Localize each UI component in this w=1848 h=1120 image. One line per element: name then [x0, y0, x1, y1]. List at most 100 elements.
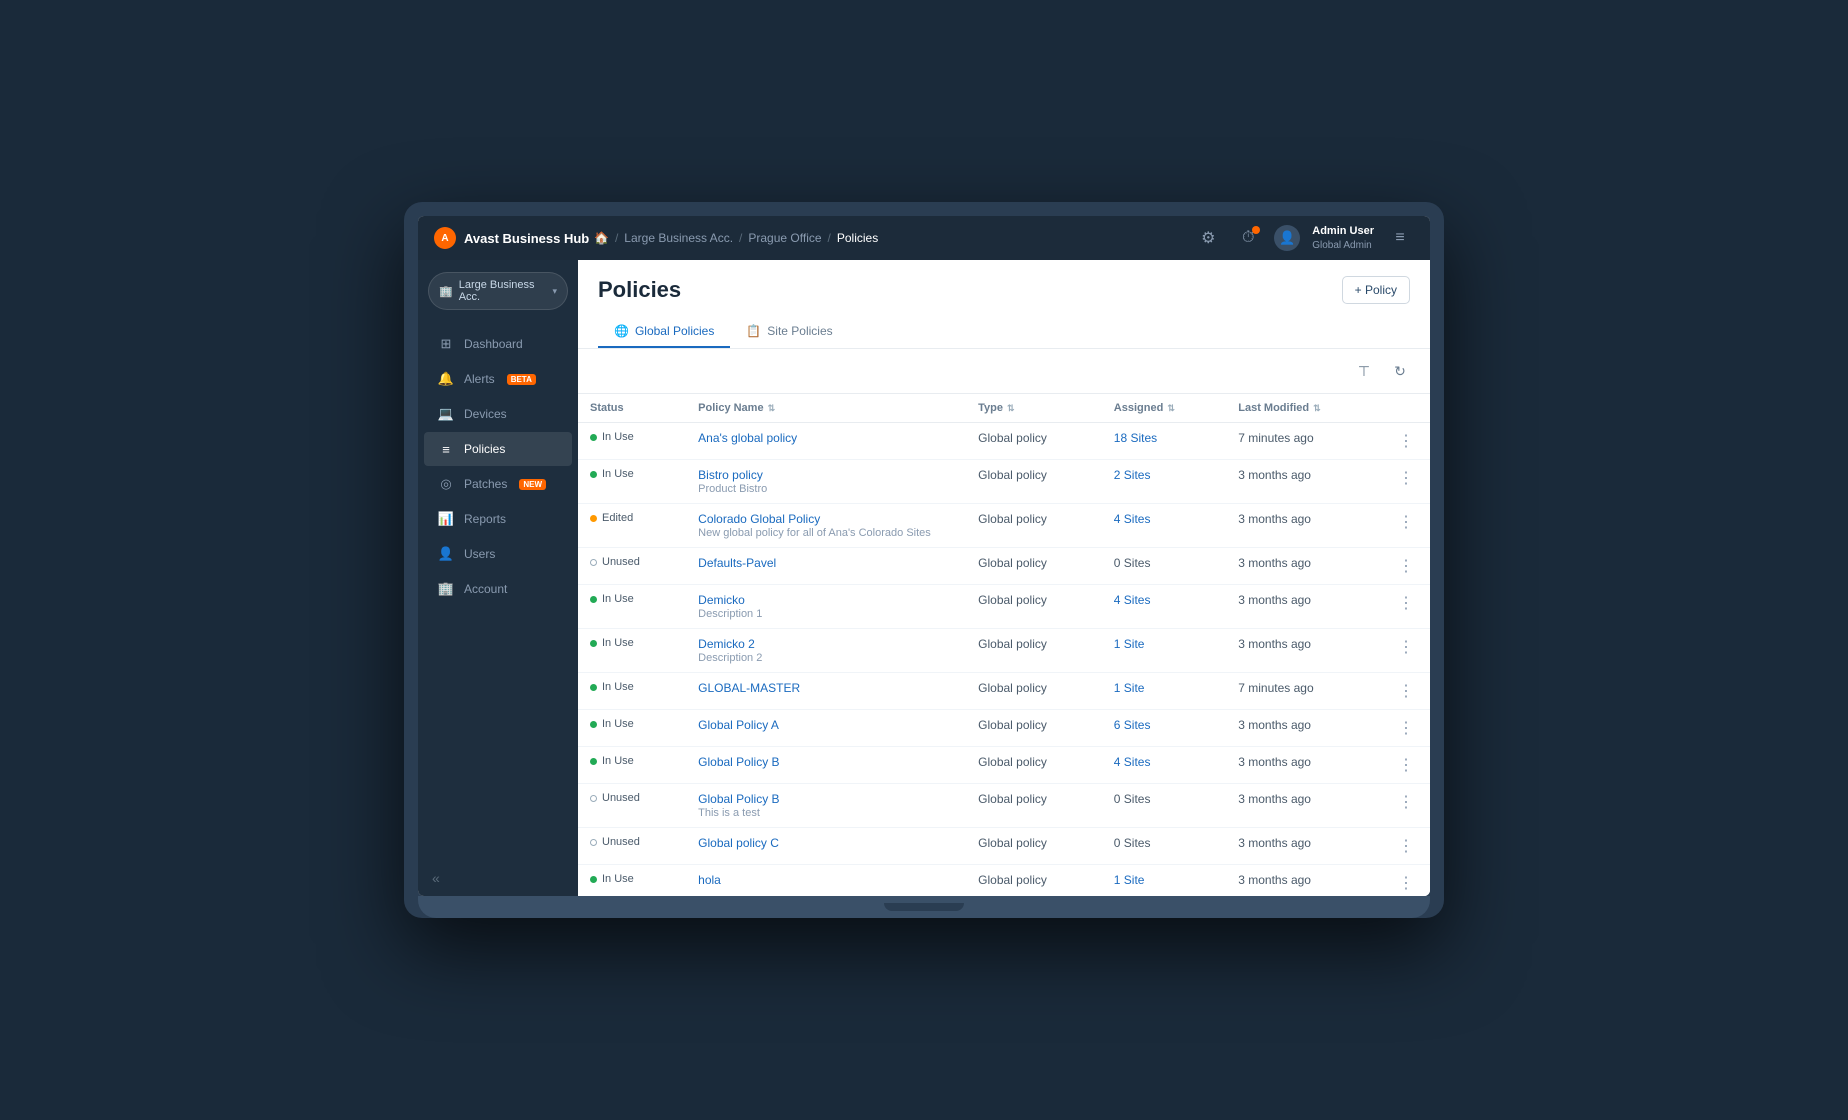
- assigned-cell: 0 Sites: [1102, 784, 1226, 828]
- sidebar-item-users[interactable]: 👤 Users: [424, 537, 572, 571]
- user-info: Admin User Global Admin: [1312, 224, 1374, 251]
- policy-name-link[interactable]: Bistro policy: [698, 468, 954, 482]
- alert-icon-btn[interactable]: ⏱: [1234, 224, 1262, 252]
- type-text: Global policy: [978, 468, 1047, 482]
- row-menu-btn[interactable]: ⋮: [1394, 683, 1418, 700]
- assigned-link[interactable]: 1 Site: [1114, 637, 1145, 651]
- policy-name-link[interactable]: Global Policy B: [698, 792, 954, 806]
- type-cell: Global policy: [966, 673, 1102, 710]
- brand-label: Avast Business Hub: [464, 231, 589, 246]
- assigned-link[interactable]: 1 Site: [1114, 873, 1145, 887]
- row-menu-btn[interactable]: ⋮: [1394, 794, 1418, 811]
- status-dot: [590, 471, 597, 478]
- sidebar-item-devices[interactable]: 💻 Devices: [424, 397, 572, 431]
- breadcrumb-account[interactable]: Large Business Acc.: [624, 231, 733, 245]
- policy-name-link[interactable]: hola: [698, 873, 954, 887]
- sort-icon: ⇅: [1313, 403, 1321, 414]
- dashboard-icon: ⊞: [438, 336, 454, 352]
- page-title-row: Policies + Policy: [598, 276, 1410, 304]
- assigned-link[interactable]: 2 Sites: [1114, 468, 1151, 482]
- tab-label: Global Policies: [635, 324, 714, 338]
- sidebar-item-account[interactable]: 🏢 Account: [424, 572, 572, 606]
- policy-name-link[interactable]: Demicko: [698, 593, 954, 607]
- policy-name-link[interactable]: Colorado Global Policy: [698, 512, 954, 526]
- time-text: 3 months ago: [1238, 755, 1311, 769]
- topbar-menu-btn[interactable]: ≡: [1386, 224, 1414, 252]
- assigned-link: 0 Sites: [1114, 836, 1151, 850]
- type-cell: Global policy: [966, 747, 1102, 784]
- row-menu-btn[interactable]: ⋮: [1394, 595, 1418, 612]
- assigned-cell: 0 Sites: [1102, 548, 1226, 585]
- status-text: Unused: [602, 792, 640, 804]
- row-menu-btn[interactable]: ⋮: [1394, 470, 1418, 487]
- row-menu-btn[interactable]: ⋮: [1394, 433, 1418, 450]
- row-menu-btn[interactable]: ⋮: [1394, 720, 1418, 737]
- account-switcher[interactable]: 🏢 Large Business Acc. ▾: [428, 272, 568, 310]
- settings-icon-btn[interactable]: ⚙: [1194, 224, 1222, 252]
- type-text: Global policy: [978, 792, 1047, 806]
- refresh-btn[interactable]: ↻: [1386, 357, 1414, 385]
- row-menu-btn[interactable]: ⋮: [1394, 514, 1418, 531]
- sort-icon: ⇅: [768, 403, 776, 414]
- sidebar-item-label: Reports: [464, 512, 506, 526]
- laptop-screen: A Avast Business Hub 🏠 / Large Business …: [418, 216, 1430, 896]
- page-header: Policies + Policy 🌐 Global Policies 📋 Si…: [578, 260, 1430, 349]
- alerts-icon: 🔔: [438, 371, 454, 387]
- assigned-link[interactable]: 4 Sites: [1114, 593, 1151, 607]
- status-text: In Use: [602, 468, 634, 480]
- assigned-cell: 0 Sites: [1102, 828, 1226, 865]
- sidebar-item-alerts[interactable]: 🔔 Alerts BETA: [424, 362, 572, 396]
- policy-name-link[interactable]: Global policy C: [698, 836, 954, 850]
- sidebar-item-policies[interactable]: ≡ Policies: [424, 432, 572, 466]
- time-text: 3 months ago: [1238, 468, 1311, 482]
- breadcrumb-current: Policies: [837, 231, 878, 245]
- sidebar-item-reports[interactable]: 📊 Reports: [424, 502, 572, 536]
- policy-name-link[interactable]: Demicko 2: [698, 637, 954, 651]
- row-actions-cell: ⋮: [1382, 747, 1430, 784]
- assigned-link[interactable]: 4 Sites: [1114, 512, 1151, 526]
- assigned-link[interactable]: 1 Site: [1114, 681, 1145, 695]
- row-menu-btn[interactable]: ⋮: [1394, 558, 1418, 575]
- row-menu-btn[interactable]: ⋮: [1394, 838, 1418, 855]
- row-menu-btn[interactable]: ⋮: [1394, 639, 1418, 656]
- assigned-cell: 4 Sites: [1102, 504, 1226, 548]
- table-row: In Use hola Global policy 1 Site 3 month…: [578, 865, 1430, 897]
- assigned-link[interactable]: 4 Sites: [1114, 755, 1151, 769]
- policy-desc: Product Bistro: [698, 483, 954, 495]
- policy-name-link[interactable]: GLOBAL-MASTER: [698, 681, 954, 695]
- sidebar-item-patches[interactable]: ◎ Patches NEW: [424, 467, 572, 501]
- type-cell: Global policy: [966, 828, 1102, 865]
- filter-btn[interactable]: ⊤: [1350, 357, 1378, 385]
- tab-global-policies[interactable]: 🌐 Global Policies: [598, 316, 730, 348]
- policy-name-cell: Demicko Description 1: [686, 585, 966, 629]
- row-menu-btn[interactable]: ⋮: [1394, 757, 1418, 774]
- time-text: 7 minutes ago: [1238, 431, 1313, 445]
- row-actions-cell: ⋮: [1382, 784, 1430, 828]
- type-cell: Global policy: [966, 460, 1102, 504]
- policy-name-cell: Global Policy B This is a test: [686, 784, 966, 828]
- policy-name-link[interactable]: Ana's global policy: [698, 431, 954, 445]
- time-text: 3 months ago: [1238, 836, 1311, 850]
- tab-site-policies[interactable]: 📋 Site Policies: [730, 316, 848, 348]
- reports-icon: 📊: [438, 511, 454, 527]
- row-menu-btn[interactable]: ⋮: [1394, 875, 1418, 892]
- policy-name-link[interactable]: Global Policy A: [698, 718, 954, 732]
- add-policy-button[interactable]: + Policy: [1342, 276, 1410, 304]
- sidebar-collapse-btn[interactable]: «: [418, 860, 578, 896]
- patches-icon: ◎: [438, 476, 454, 492]
- global-tab-icon: 🌐: [614, 324, 629, 338]
- last-modified-cell: 7 minutes ago: [1226, 423, 1382, 460]
- table-row: In Use Demicko Description 1 Global poli…: [578, 585, 1430, 629]
- assigned-link[interactable]: 18 Sites: [1114, 431, 1157, 445]
- policy-name-cell: hola: [686, 865, 966, 897]
- policy-name-link[interactable]: Global Policy B: [698, 755, 954, 769]
- sidebar-item-dashboard[interactable]: ⊞ Dashboard: [424, 327, 572, 361]
- logo-letter: A: [441, 233, 448, 244]
- policy-name-link[interactable]: Defaults-Pavel: [698, 556, 954, 570]
- type-text: Global policy: [978, 755, 1047, 769]
- assigned-link[interactable]: 6 Sites: [1114, 718, 1151, 732]
- last-modified-cell: 3 months ago: [1226, 828, 1382, 865]
- table-row: In Use Ana's global policy Global policy…: [578, 423, 1430, 460]
- breadcrumb-office[interactable]: Prague Office: [748, 231, 821, 245]
- time-text: 3 months ago: [1238, 873, 1311, 887]
